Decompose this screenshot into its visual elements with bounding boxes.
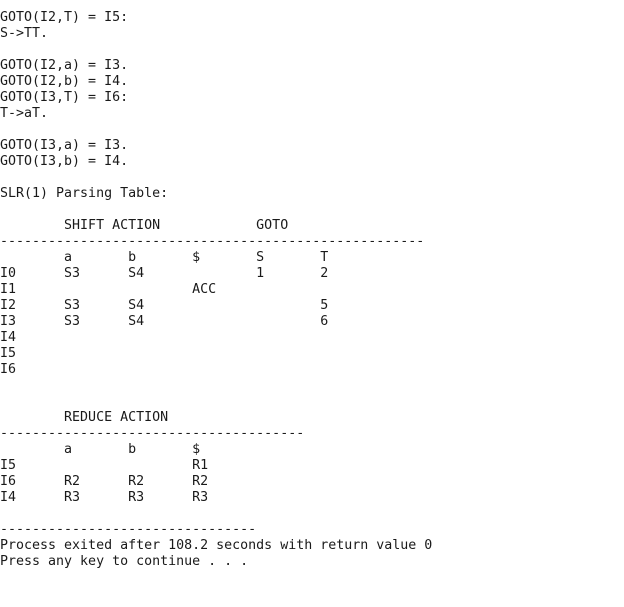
shift-table-row: I6 <box>0 362 17 377</box>
goto-line: GOTO(I2,b) = I4. <box>0 74 129 89</box>
shift-table-row: I5 <box>0 346 17 361</box>
shift-table-divider: ----------------------------------------… <box>0 234 425 249</box>
goto-line: GOTO(I2,a) = I3. <box>0 58 129 73</box>
goto-line: GOTO(I3,b) = I4. <box>0 154 129 169</box>
reduce-table-column-header: a b $ <box>0 442 201 457</box>
parsing-table-title: SLR(1) Parsing Table: <box>0 186 169 201</box>
reduce-table-row: I4 R3 R3 R3 <box>0 490 209 505</box>
shift-table-row: I1 ACC <box>0 282 217 297</box>
reduce-table-row: I6 R2 R2 R2 <box>0 474 209 489</box>
shift-table-row: I0 S3 S4 1 2 <box>0 266 329 281</box>
reduce-table-divider: -------------------------------------- <box>0 426 305 441</box>
item-line: S->TT. <box>0 26 49 41</box>
exit-divider: -------------------------------- <box>0 522 257 537</box>
reduce-table-row: I5 R1 <box>0 458 209 473</box>
shift-table-column-header: a b $ S T <box>0 250 329 265</box>
process-exit-message: Process exited after 108.2 seconds with … <box>0 538 433 553</box>
goto-line: GOTO(I3,T) = I6: <box>0 90 129 105</box>
goto-line: GOTO(I2,T) = I5: <box>0 10 129 25</box>
shift-table-row: I2 S3 S4 5 <box>0 298 329 313</box>
shift-table-row: I3 S3 S4 6 <box>0 314 329 329</box>
item-line: T->aT. <box>0 106 49 121</box>
shift-table-section-header: SHIFT ACTION GOTO <box>0 218 289 233</box>
goto-line: GOTO(I3,a) = I3. <box>0 138 129 153</box>
console-output: GOTO(I2,T) = I5: S->TT. GOTO(I2,a) = I3.… <box>0 10 624 607</box>
shift-table-row: I4 <box>0 330 17 345</box>
continue-prompt: Press any key to continue . . . <box>0 554 249 569</box>
reduce-table-section-header: REDUCE ACTION <box>0 410 169 425</box>
